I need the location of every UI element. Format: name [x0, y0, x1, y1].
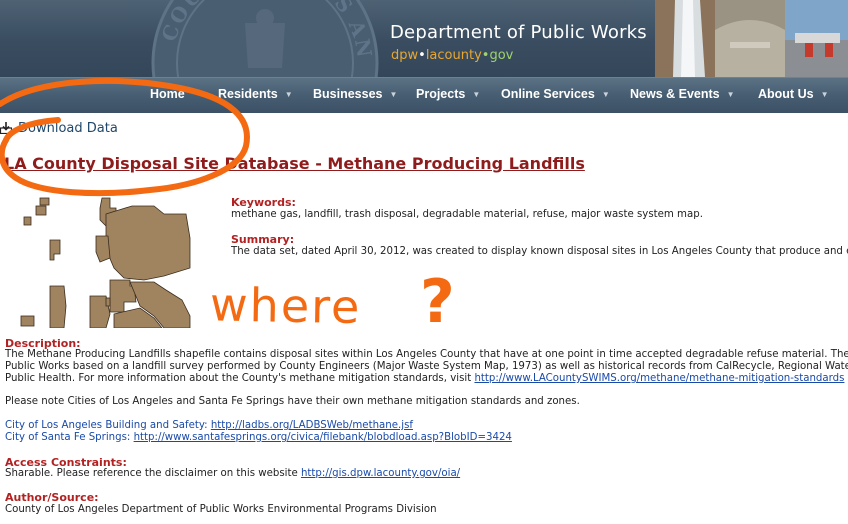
download-icon — [0, 122, 12, 134]
download-label: Download Data — [18, 121, 118, 136]
santa-fe-springs-link[interactable]: http://www.santafesprings.org/civica/fil… — [134, 432, 512, 443]
county-seal-logo: COUNTY OF LOS ANGELES — [150, 0, 379, 77]
summary-text: The data set, dated April 30, 2012, was … — [231, 246, 848, 257]
page-title[interactable]: LA County Disposal Site Database - Metha… — [4, 154, 585, 173]
nav-home[interactable]: Home — [150, 87, 185, 101]
keywords-text: methane gas, landfill, trash disposal, d… — [231, 209, 703, 220]
description-line-1: The Methane Producing Landfills shapefil… — [5, 349, 848, 360]
department-url[interactable]: dpw•lacounty•gov — [391, 48, 513, 63]
landfill-map-thumbnail — [20, 197, 191, 328]
disclaimer-link[interactable]: http://gis.dpw.lacounty.gov/oia/ — [301, 468, 460, 479]
nav-businesses[interactable]: Businesses ▼ — [313, 87, 397, 101]
download-data-link[interactable]: Download Data — [0, 121, 118, 136]
author-text: County of Los Angeles Department of Publ… — [5, 504, 437, 515]
access-constraints-text: Sharable. Please reference the disclaime… — [5, 468, 461, 479]
description-line-2: Public Works based on a landfill survey … — [5, 361, 848, 372]
summary-label: Summary: — [231, 233, 295, 246]
methane-standards-link[interactable]: http://www.LACountySWIMS.org/methane/met… — [474, 373, 844, 384]
department-title: Department of Public Works — [390, 22, 647, 43]
cities-note: Please note Cities of Los Angeles and Sa… — [5, 396, 580, 407]
chevron-down-icon: ▼ — [601, 90, 610, 99]
site-header: COUNTY OF LOS ANGELES Department of Publ… — [0, 0, 848, 77]
nav-projects[interactable]: Projects ▼ — [416, 87, 480, 101]
nav-online-services[interactable]: Online Services ▼ — [501, 87, 610, 101]
chevron-down-icon: ▼ — [820, 90, 829, 99]
keywords-label: Keywords: — [231, 196, 296, 209]
main-nav: Home Residents ▼ Businesses ▼ Projects ▼ On… — [0, 77, 848, 113]
chevron-down-icon: ▼ — [726, 90, 735, 99]
header-photo — [655, 0, 848, 77]
city-link-row-santa-fe: City of Santa Fe Springs: http://www.san… — [5, 432, 512, 443]
chevron-down-icon: ▼ — [284, 90, 293, 99]
description-line-3: Public Health. For more information abou… — [5, 373, 845, 384]
where-annotation-text: where — [210, 277, 362, 334]
chevron-down-icon: ▼ — [472, 90, 481, 99]
city-link-row-la: City of Los Angeles Building and Safety:… — [5, 420, 413, 431]
author-label: Author/Source: — [5, 491, 99, 504]
question-mark-annotation: ? — [420, 267, 455, 337]
nav-about-us[interactable]: About Us ▼ — [758, 87, 828, 101]
nav-news-events[interactable]: News & Events ▼ — [630, 87, 735, 101]
chevron-down-icon: ▼ — [389, 90, 398, 99]
ladbs-link[interactable]: http://ladbs.org/LADBSWeb/methane.jsf — [211, 420, 413, 431]
nav-residents[interactable]: Residents ▼ — [218, 87, 293, 101]
